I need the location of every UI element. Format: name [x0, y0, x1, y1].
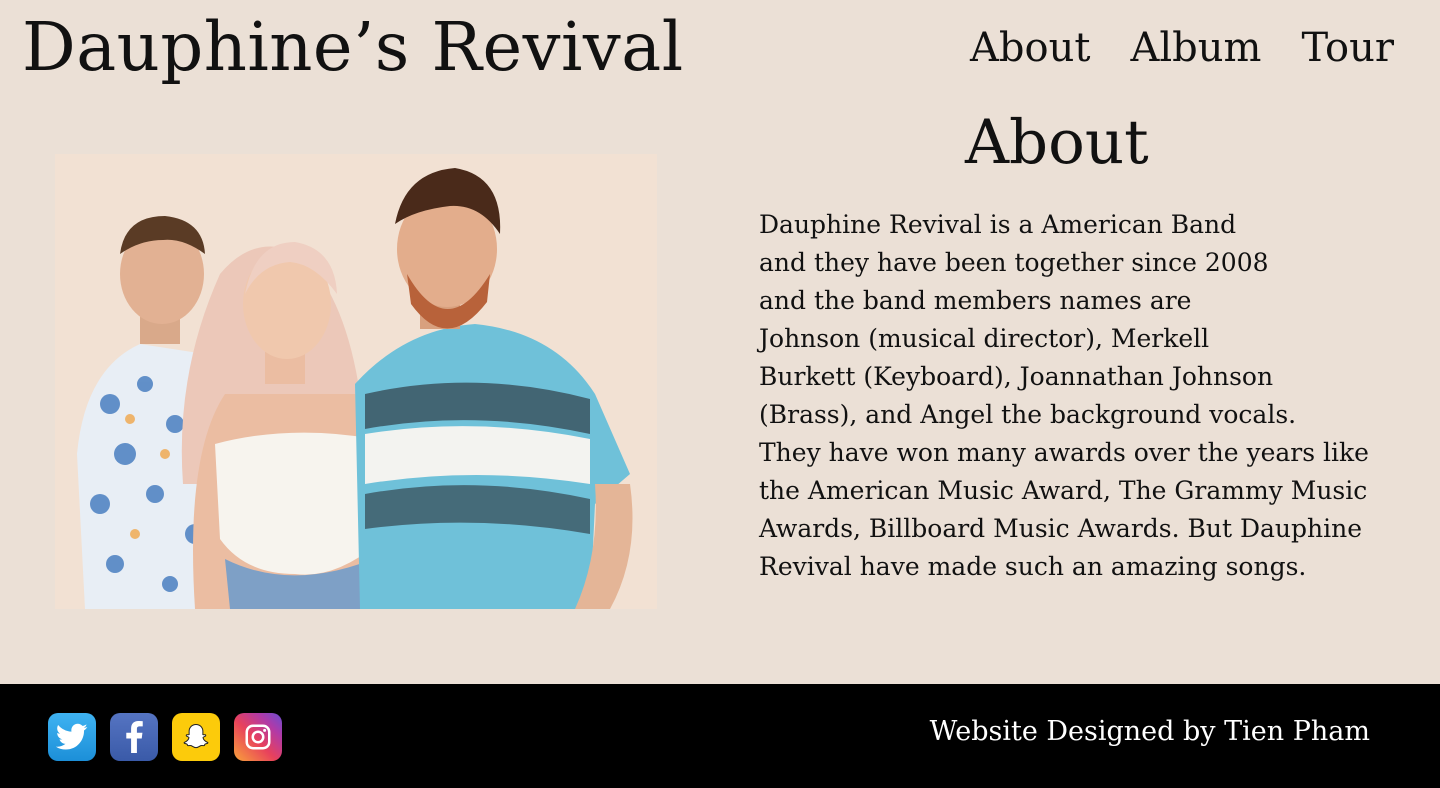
about-line: Awards, Billboard Music Awards. But Daup…	[759, 514, 1363, 543]
about-line: and the band members names are	[759, 286, 1192, 315]
facebook-icon[interactable]	[110, 713, 158, 761]
about-heading: About	[965, 107, 1149, 178]
footer: Website Designed by Tien Pham	[0, 684, 1440, 788]
instagram-icon[interactable]	[234, 713, 282, 761]
about-line: Revival have made such an amazing songs.	[759, 552, 1307, 581]
band-photo	[55, 154, 657, 609]
about-line: They have won many awards over the years…	[759, 438, 1369, 467]
about-line: (Brass), and Angel the background vocals…	[759, 400, 1297, 429]
about-paragraph: Dauphine Revival is a American Band and …	[759, 206, 1399, 586]
about-line: and they have been together since 2008	[759, 248, 1269, 277]
nav-link-album[interactable]: Album	[1130, 28, 1261, 68]
about-line: Johnson (musical director), Merkell	[759, 324, 1210, 353]
about-line: the American Music Award, The Grammy Mus…	[759, 476, 1368, 505]
about-line: Burkett (Keyboard), Joannathan Johnson	[759, 362, 1274, 391]
site-title: Dauphine’s Revival	[22, 8, 684, 86]
about-line: Dauphine Revival is a American Band	[759, 210, 1237, 239]
nav-link-about[interactable]: About	[970, 28, 1090, 68]
nav-link-tour[interactable]: Tour	[1301, 28, 1394, 68]
social-links	[48, 713, 282, 761]
snapchat-icon[interactable]	[172, 713, 220, 761]
main-nav: About Album Tour	[970, 28, 1394, 68]
designer-credit: Website Designed by Tien Pham	[929, 716, 1370, 747]
twitter-icon[interactable]	[48, 713, 96, 761]
